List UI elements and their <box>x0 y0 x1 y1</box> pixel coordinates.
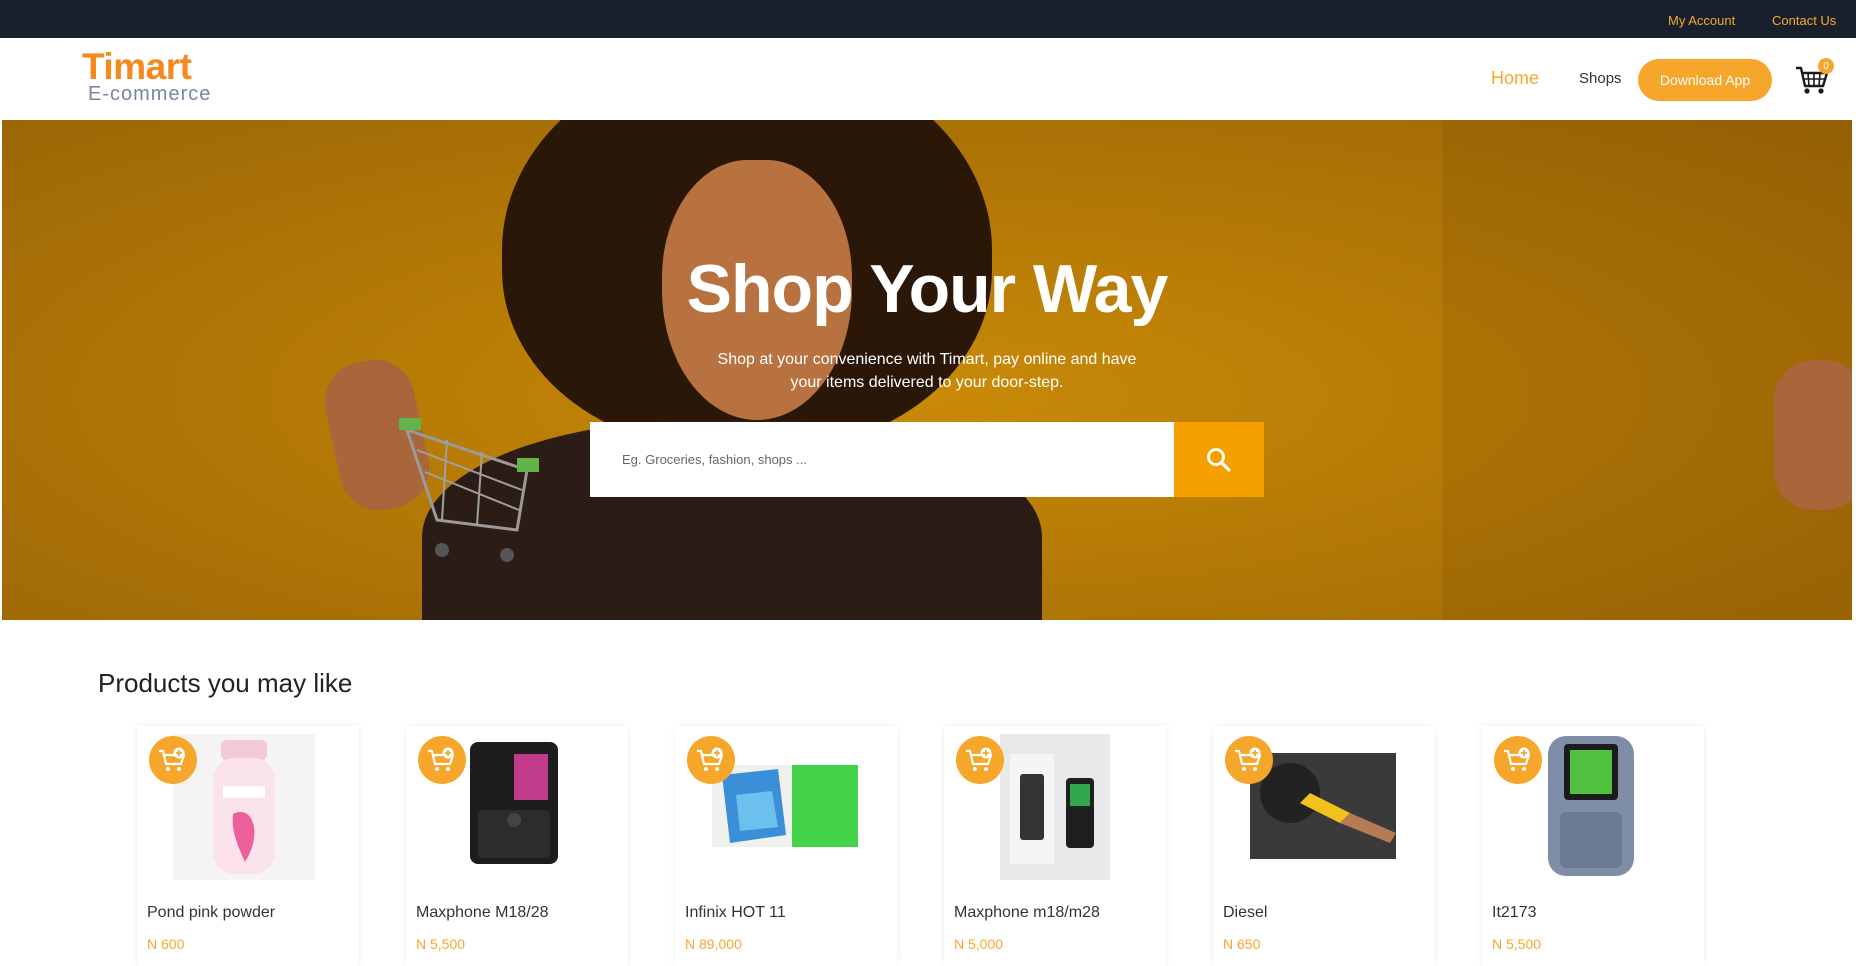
shopping-cart-illustration <box>399 418 539 562</box>
product-card[interactable]: Maxphone M18/28 N 5,500 <box>406 726 628 966</box>
add-to-cart-button[interactable] <box>687 736 735 784</box>
nav-home[interactable]: Home <box>1491 68 1539 89</box>
contact-us-link[interactable]: Contact Us <box>1772 13 1836 28</box>
search-button[interactable] <box>1174 422 1264 497</box>
add-to-cart-button[interactable] <box>1225 736 1273 784</box>
product-name[interactable]: Maxphone M18/28 <box>416 904 549 922</box>
add-to-cart-button[interactable] <box>956 736 1004 784</box>
product-image[interactable] <box>1250 753 1396 859</box>
hero-title: Shop Your Way <box>686 251 1169 327</box>
product-name[interactable]: Pond pink powder <box>147 904 275 922</box>
add-to-cart-button[interactable] <box>1494 736 1542 784</box>
product-card[interactable]: Maxphone m18/m28 N 5,000 <box>944 726 1166 966</box>
add-to-cart-icon <box>159 747 186 771</box>
product-image[interactable] <box>712 765 858 847</box>
add-to-cart-button[interactable] <box>149 736 197 784</box>
product-card[interactable]: It2173 N 5,500 <box>1482 726 1704 966</box>
logo-title: Timart <box>82 46 192 87</box>
search-bar <box>590 422 1264 497</box>
add-to-cart-icon <box>1235 747 1262 771</box>
add-to-cart-button[interactable] <box>418 736 466 784</box>
search-input[interactable] <box>590 422 1172 497</box>
product-card[interactable]: Pond pink powder N 600 <box>137 726 359 966</box>
add-to-cart-icon <box>697 747 724 771</box>
logo-subtitle: E-commerce <box>88 83 212 105</box>
add-to-cart-icon <box>966 747 993 771</box>
product-price: N 600 <box>147 936 185 952</box>
product-price: N 5,000 <box>954 936 1004 952</box>
product-image[interactable] <box>466 740 562 868</box>
product-price: N 89,000 <box>685 936 742 952</box>
product-card[interactable]: Infinix HOT 11 N 89,000 <box>675 726 897 966</box>
products-heading: Products you may like <box>98 668 353 698</box>
product-name[interactable]: Infinix HOT 11 <box>685 904 786 922</box>
product-price: N 650 <box>1223 936 1261 952</box>
download-app-button[interactable]: Download App <box>1638 59 1772 101</box>
product-card[interactable]: Diesel N 650 <box>1213 726 1435 966</box>
add-to-cart-icon <box>1504 747 1531 771</box>
product-price: N 5,500 <box>416 936 466 952</box>
timart-logo[interactable]: Timart E-commerce <box>82 48 222 108</box>
add-to-cart-icon <box>428 747 455 771</box>
product-image[interactable] <box>1000 734 1110 880</box>
product-price: N 5,500 <box>1492 936 1542 952</box>
cart-count-badge: 0 <box>1818 58 1834 74</box>
product-image[interactable] <box>1544 734 1638 880</box>
product-name[interactable]: It2173 <box>1492 904 1536 922</box>
top-bar: My Account Contact Us <box>0 0 1856 38</box>
product-name[interactable]: Diesel <box>1223 904 1267 922</box>
search-icon <box>1207 447 1231 472</box>
main-header: Timart E-commerce Home Shops Download Ap… <box>0 38 1856 120</box>
hero-banner: Shop Your Way Shop at your convenience w… <box>2 120 1852 620</box>
my-account-link[interactable]: My Account <box>1668 13 1735 28</box>
product-name[interactable]: Maxphone m18/m28 <box>954 904 1100 922</box>
hero-subtitle: Shop at your convenience with Timart, pa… <box>717 351 1137 391</box>
nav-shops[interactable]: Shops <box>1579 70 1622 87</box>
